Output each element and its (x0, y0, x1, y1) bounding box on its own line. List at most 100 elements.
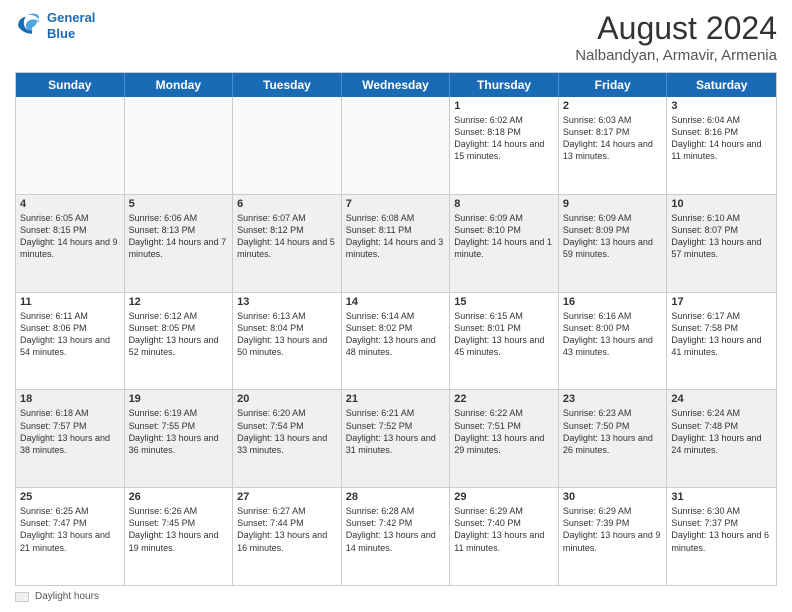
day-number: 16 (563, 296, 663, 308)
calendar-header: SundayMondayTuesdayWednesdayThursdayFrid… (16, 73, 776, 97)
cell-text: Sunrise: 6:11 AM Sunset: 8:06 PM Dayligh… (20, 310, 120, 359)
cell-text: Sunrise: 6:29 AM Sunset: 7:39 PM Dayligh… (563, 505, 663, 554)
cal-cell: 8 Sunrise: 6:09 AM Sunset: 8:10 PM Daylig… (450, 195, 559, 292)
day-number: 19 (129, 393, 229, 405)
logo: General Blue (15, 10, 95, 41)
cal-cell (233, 97, 342, 194)
cell-text: Sunrise: 6:02 AM Sunset: 8:18 PM Dayligh… (454, 114, 554, 163)
cell-text: Sunrise: 6:12 AM Sunset: 8:05 PM Dayligh… (129, 310, 229, 359)
day-number: 23 (563, 393, 663, 405)
day-number: 7 (346, 198, 446, 210)
cal-cell: 7 Sunrise: 6:08 AM Sunset: 8:11 PM Daylig… (342, 195, 451, 292)
day-number: 24 (671, 393, 772, 405)
cal-cell: 3 Sunrise: 6:04 AM Sunset: 8:16 PM Daylig… (667, 97, 776, 194)
cal-cell (342, 97, 451, 194)
cell-text: Sunrise: 6:14 AM Sunset: 8:02 PM Dayligh… (346, 310, 446, 359)
cell-text: Sunrise: 6:23 AM Sunset: 7:50 PM Dayligh… (563, 407, 663, 456)
header-day-wednesday: Wednesday (342, 73, 451, 97)
day-number: 6 (237, 198, 337, 210)
cal-cell: 13 Sunrise: 6:13 AM Sunset: 8:04 PM Dayli… (233, 293, 342, 390)
day-number: 11 (20, 296, 120, 308)
title-block: August 2024 Nalbandyan, Armavir, Armenia (575, 10, 777, 64)
day-number: 8 (454, 198, 554, 210)
cal-cell: 14 Sunrise: 6:14 AM Sunset: 8:02 PM Dayli… (342, 293, 451, 390)
header: General Blue August 2024 Nalbandyan, Arm… (15, 10, 777, 64)
cell-text: Sunrise: 6:06 AM Sunset: 8:13 PM Dayligh… (129, 212, 229, 261)
cal-cell: 18 Sunrise: 6:18 AM Sunset: 7:57 PM Dayli… (16, 390, 125, 487)
cell-text: Sunrise: 6:07 AM Sunset: 8:12 PM Dayligh… (237, 212, 337, 261)
day-number: 21 (346, 393, 446, 405)
cal-cell: 21 Sunrise: 6:21 AM Sunset: 7:52 PM Dayli… (342, 390, 451, 487)
day-number: 20 (237, 393, 337, 405)
daylight-box-icon (15, 592, 29, 602)
cell-text: Sunrise: 6:09 AM Sunset: 8:09 PM Dayligh… (563, 212, 663, 261)
cell-text: Sunrise: 6:04 AM Sunset: 8:16 PM Dayligh… (671, 114, 772, 163)
calendar: SundayMondayTuesdayWednesdayThursdayFrid… (15, 72, 777, 586)
cal-row-4: 25Sunrise: 6:25 AM Sunset: 7:47 PM Dayli… (16, 488, 776, 585)
logo-text: General Blue (47, 10, 95, 41)
subtitle: Nalbandyan, Armavir, Armenia (575, 47, 777, 64)
cal-cell: 4Sunrise: 6:05 AM Sunset: 8:15 PM Daylig… (16, 195, 125, 292)
cal-cell: 1 Sunrise: 6:02 AM Sunset: 8:18 PM Daylig… (450, 97, 559, 194)
day-number: 28 (346, 491, 446, 503)
cal-cell: 19Sunrise: 6:19 AM Sunset: 7:55 PM Dayli… (125, 390, 234, 487)
day-number: 1 (454, 100, 554, 112)
main-title: August 2024 (575, 10, 777, 47)
cal-cell: 22 Sunrise: 6:22 AM Sunset: 7:51 PM Dayli… (450, 390, 559, 487)
header-day-tuesday: Tuesday (233, 73, 342, 97)
cell-text: Sunrise: 6:17 AM Sunset: 7:58 PM Dayligh… (671, 310, 772, 359)
cal-cell: 24Sunrise: 6:24 AM Sunset: 7:48 PM Dayli… (667, 390, 776, 487)
cell-text: Sunrise: 6:13 AM Sunset: 8:04 PM Dayligh… (237, 310, 337, 359)
day-number: 4 (20, 198, 120, 210)
cal-cell: 15Sunrise: 6:15 AM Sunset: 8:01 PM Dayli… (450, 293, 559, 390)
day-number: 31 (671, 491, 772, 503)
cal-row-3: 18 Sunrise: 6:18 AM Sunset: 7:57 PM Dayli… (16, 390, 776, 488)
cal-cell: 30 Sunrise: 6:29 AM Sunset: 7:39 PM Dayli… (559, 488, 668, 585)
cal-cell: 6 Sunrise: 6:07 AM Sunset: 8:12 PM Daylig… (233, 195, 342, 292)
cal-cell: 12 Sunrise: 6:12 AM Sunset: 8:05 PM Dayli… (125, 293, 234, 390)
day-number: 29 (454, 491, 554, 503)
day-number: 9 (563, 198, 663, 210)
cal-cell: 11 Sunrise: 6:11 AM Sunset: 8:06 PM Dayli… (16, 293, 125, 390)
header-day-monday: Monday (125, 73, 234, 97)
logo-line1: General (47, 10, 95, 25)
cell-text: Sunrise: 6:25 AM Sunset: 7:47 PM Dayligh… (20, 505, 120, 554)
cell-text: Sunrise: 6:10 AM Sunset: 8:07 PM Dayligh… (671, 212, 772, 261)
cal-cell: 2Sunrise: 6:03 AM Sunset: 8:17 PM Daylig… (559, 97, 668, 194)
cal-cell: 10Sunrise: 6:10 AM Sunset: 8:07 PM Dayli… (667, 195, 776, 292)
cell-text: Sunrise: 6:09 AM Sunset: 8:10 PM Dayligh… (454, 212, 554, 261)
cell-text: Sunrise: 6:08 AM Sunset: 8:11 PM Dayligh… (346, 212, 446, 261)
day-number: 18 (20, 393, 120, 405)
header-day-thursday: Thursday (450, 73, 559, 97)
daylight-label: Daylight hours (35, 591, 99, 602)
day-number: 17 (671, 296, 772, 308)
cell-text: Sunrise: 6:03 AM Sunset: 8:17 PM Dayligh… (563, 114, 663, 163)
cal-cell: 20 Sunrise: 6:20 AM Sunset: 7:54 PM Dayli… (233, 390, 342, 487)
calendar-body: 1 Sunrise: 6:02 AM Sunset: 8:18 PM Daylig… (16, 97, 776, 585)
cal-cell: 17 Sunrise: 6:17 AM Sunset: 7:58 PM Dayli… (667, 293, 776, 390)
cal-row-1: 4Sunrise: 6:05 AM Sunset: 8:15 PM Daylig… (16, 195, 776, 293)
cal-cell: 25Sunrise: 6:25 AM Sunset: 7:47 PM Dayli… (16, 488, 125, 585)
logo-line2: Blue (47, 26, 75, 41)
cell-text: Sunrise: 6:16 AM Sunset: 8:00 PM Dayligh… (563, 310, 663, 359)
day-number: 15 (454, 296, 554, 308)
day-number: 13 (237, 296, 337, 308)
day-number: 30 (563, 491, 663, 503)
cell-text: Sunrise: 6:28 AM Sunset: 7:42 PM Dayligh… (346, 505, 446, 554)
cell-text: Sunrise: 6:21 AM Sunset: 7:52 PM Dayligh… (346, 407, 446, 456)
cell-text: Sunrise: 6:22 AM Sunset: 7:51 PM Dayligh… (454, 407, 554, 456)
day-number: 14 (346, 296, 446, 308)
day-number: 22 (454, 393, 554, 405)
page: General Blue August 2024 Nalbandyan, Arm… (0, 0, 792, 612)
cell-text: Sunrise: 6:20 AM Sunset: 7:54 PM Dayligh… (237, 407, 337, 456)
header-day-saturday: Saturday (667, 73, 776, 97)
cell-text: Sunrise: 6:18 AM Sunset: 7:57 PM Dayligh… (20, 407, 120, 456)
cal-cell: 5Sunrise: 6:06 AM Sunset: 8:13 PM Daylig… (125, 195, 234, 292)
cal-row-0: 1 Sunrise: 6:02 AM Sunset: 8:18 PM Daylig… (16, 97, 776, 195)
day-number: 12 (129, 296, 229, 308)
day-number: 26 (129, 491, 229, 503)
day-number: 3 (671, 100, 772, 112)
header-day-friday: Friday (559, 73, 668, 97)
cal-cell (125, 97, 234, 194)
cell-text: Sunrise: 6:30 AM Sunset: 7:37 PM Dayligh… (671, 505, 772, 554)
